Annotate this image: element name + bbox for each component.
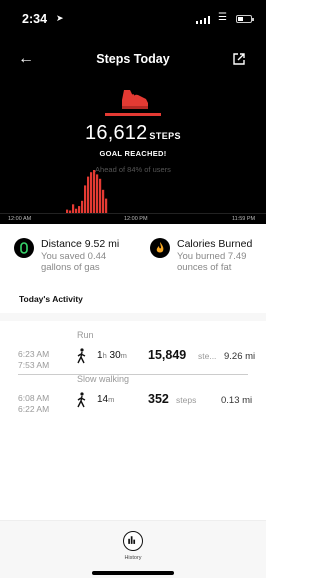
timeline-axis: 12:00 AM 12:00 PM 11:59 PM <box>0 214 266 224</box>
distance-card: Distance 9.52 mi You saved 0.44 gallons … <box>14 236 134 276</box>
distance-subtitle: You saved 0.44 gallons of gas <box>41 251 107 273</box>
walking-icon <box>77 392 86 408</box>
timeline-bar <box>105 198 108 214</box>
activity-row[interactable]: Run 6:23 AM 7:53 AM 1h 30m 15,849 ste...… <box>0 330 266 380</box>
share-icon[interactable] <box>232 52 246 66</box>
tab-bar: History <box>0 520 266 578</box>
history-button[interactable] <box>123 531 143 551</box>
activity-distance: 0.13 mi <box>221 395 253 406</box>
walking-icon <box>77 348 86 364</box>
bar-chart-icon <box>128 536 136 544</box>
wifi-icon: ☰ <box>218 12 227 23</box>
activity-end: 6:22 AM <box>18 404 50 414</box>
activity-duration: 14m <box>97 394 115 405</box>
activity-steps: 352 <box>148 392 169 406</box>
page-title: Steps Today <box>96 52 170 66</box>
activity-steps-label: ste... <box>198 351 217 361</box>
activity-start: 6:23 AM <box>18 349 50 359</box>
home-indicator <box>92 571 174 575</box>
timeline-bar <box>90 172 93 214</box>
axis-start-label: 12:00 AM <box>8 216 32 222</box>
calories-subtitle: You burned 7.49 ounces of fat <box>177 251 247 273</box>
timeline-bar <box>87 176 90 214</box>
activity-section-header: Today's Activity <box>0 294 266 314</box>
status-bar: 2:34 ➤ ☰ <box>0 0 266 32</box>
steps-count: 16,612 <box>85 122 148 144</box>
goal-status: GOAL REACHED! <box>99 149 167 158</box>
shoe-icon <box>122 90 148 109</box>
timeline-bar <box>102 189 105 214</box>
activity-distance: 9.26 mi <box>224 351 256 362</box>
timeline-bar <box>99 178 102 214</box>
activity-start: 6:08 AM <box>18 393 50 403</box>
timeline-bar <box>84 185 87 214</box>
section-label: Today's Activity <box>19 294 83 304</box>
activity-duration: 1h 30m <box>97 350 127 361</box>
activity-type: Slow walking <box>77 374 130 384</box>
activity-steps: 15,849 <box>148 348 187 362</box>
timeline-bar <box>93 170 96 214</box>
timeline-bar <box>78 206 81 214</box>
axis-mid-label: 12:00 PM <box>124 216 148 222</box>
location-arrow-icon: ➤ <box>56 13 64 23</box>
activity-steps-label: steps <box>176 395 197 405</box>
distance-title: Distance 9.52 mi <box>41 238 120 250</box>
flame-icon <box>150 238 170 258</box>
signal-icon <box>196 16 214 24</box>
steps-timeline-chart <box>0 170 266 214</box>
activity-type: Run <box>77 330 94 340</box>
activity-end: 7:53 AM <box>18 360 50 370</box>
timeline-bar <box>81 200 84 214</box>
shoe-icon <box>14 238 34 258</box>
steps-unit: STEPS <box>149 131 181 141</box>
calories-title: Calories Burned <box>177 238 253 250</box>
battery-icon <box>236 15 254 23</box>
activity-row[interactable]: Slow walking 6:08 AM 6:22 AM 14m 352 ste… <box>0 374 266 424</box>
goal-progress-line <box>105 113 161 116</box>
steps-total: 16,612 STEPS <box>0 122 266 145</box>
timeline-bar <box>72 204 75 214</box>
nav-bar: ← Steps Today <box>0 46 266 74</box>
calories-card: Calories Burned You burned 7.49 ounces o… <box>150 236 266 276</box>
history-label[interactable]: History <box>0 555 266 561</box>
timeline-bar <box>96 174 99 214</box>
section-gap <box>0 313 266 321</box>
status-time: 2:34 <box>22 12 48 26</box>
axis-end-label: 11:59 PM <box>232 216 256 222</box>
